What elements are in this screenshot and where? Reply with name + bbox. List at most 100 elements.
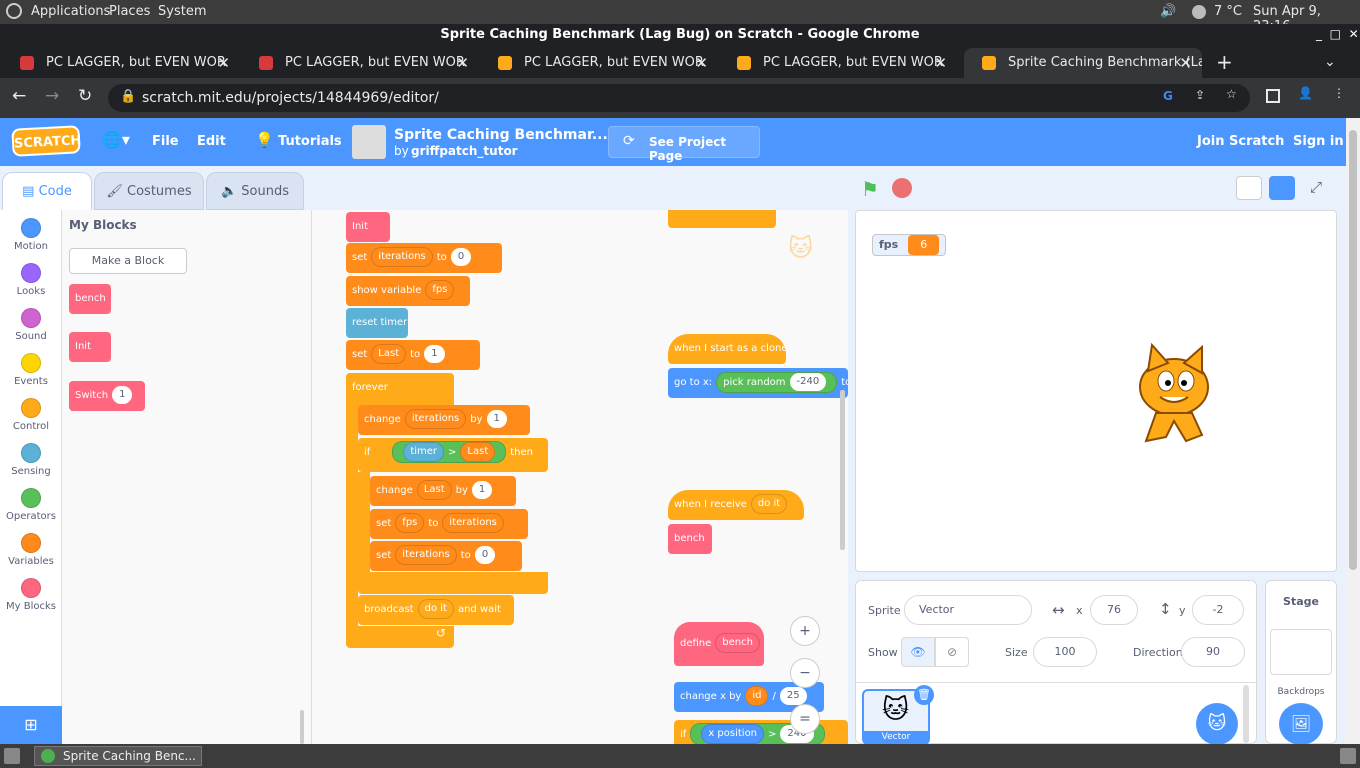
stop-icon[interactable] [892,178,912,198]
google-icon[interactable]: G [1163,89,1173,103]
palette-switch-block[interactable]: Switch 1 [69,381,145,411]
category-variables[interactable]: Variables [0,533,62,567]
tab-code[interactable]: ▤ Code [2,172,92,210]
switch-arg[interactable]: 1 [112,386,133,404]
category-sound[interactable]: Sound [0,308,62,342]
iterations-reporter[interactable]: iterations [442,513,504,533]
value-input[interactable]: 1 [471,481,493,499]
add-extension-button[interactable]: ⊞ [0,706,62,744]
size-input[interactable]: 100 [1033,637,1097,667]
show-variable-block[interactable]: show variable fps [346,276,470,306]
window-controls[interactable]: _ □ ✕ [1316,27,1359,41]
fps-monitor[interactable]: fps 6 [872,234,947,256]
var-dropdown[interactable]: iterations [404,409,467,429]
var-dropdown[interactable]: Last [416,480,452,500]
message-dropdown[interactable]: do it [750,494,788,514]
browser-tab[interactable]: PC LAGGER, but EVEN WOR ✕ [480,48,718,78]
project-title[interactable]: Sprite Caching Benchmar... [394,127,608,143]
address-bar[interactable]: scratch.mit.edu/projects/14844969/editor… [108,84,1250,112]
forward-icon[interactable]: → [45,86,59,106]
stage-thumbnail[interactable] [1270,629,1332,675]
category-events[interactable]: Events [0,353,62,387]
sidepanel-icon[interactable] [1266,89,1280,103]
sign-in-link[interactable]: Sign in [1293,134,1344,149]
forever-block[interactable]: forever [346,373,454,409]
reload-icon[interactable]: ↻ [78,86,92,106]
menu-edit[interactable]: Edit [197,134,226,149]
browser-tab[interactable]: PC LAGGER, but EVEN WOR ✕ [2,48,240,78]
scratch-logo[interactable]: SCRATCH [11,125,82,157]
init-call-block[interactable]: Init [346,212,390,242]
browser-tab-active[interactable]: Sprite Caching Benchmark (La ✕ [964,48,1202,78]
join-scratch-link[interactable]: Join Scratch [1197,134,1284,149]
close-icon[interactable]: ✕ [217,48,230,78]
language-globe-icon[interactable]: 🌐▾ [102,130,130,149]
author-name[interactable]: griffpatch_tutor [411,144,518,158]
value-input[interactable]: 0 [474,546,496,564]
category-sensing[interactable]: Sensing [0,443,62,477]
see-project-page-button[interactable]: ⟳ See Project Page [608,126,760,163]
page-scrollbar[interactable] [1346,118,1360,744]
script-area[interactable]: Init set iterations to 0 show variable fps r… [312,210,848,744]
close-icon[interactable]: ✕ [456,48,469,78]
tab-costumes[interactable]: 🖌 Costumes [94,172,204,210]
zoom-reset-icon[interactable]: = [790,704,820,734]
go-to-xy-block[interactable]: go to x:pick random-240to [668,368,848,398]
profile-icon[interactable]: 👤 [1298,86,1313,100]
lock-icon[interactable]: 🔒 [120,89,136,104]
pick-random-operator[interactable]: pick random -240 [716,371,838,393]
x-input[interactable]: 76 [1090,595,1138,625]
make-a-block-button[interactable]: Make a Block [69,248,187,274]
share-icon[interactable]: ⇪ [1195,88,1205,102]
zoom-in-icon[interactable]: + [790,616,820,646]
menu-places[interactable]: Places [109,4,150,19]
show-desktop-icon[interactable] [4,748,20,764]
palette-scrollbar[interactable] [300,710,304,744]
bookmark-star-icon[interactable]: ☆ [1226,87,1237,101]
cat-sprite[interactable] [1126,341,1222,449]
close-icon[interactable]: ✕ [1179,48,1192,78]
new-tab-button[interactable]: + [1216,50,1233,74]
partial-block-top[interactable] [668,210,776,228]
fullscreen-icon[interactable]: ⤢ [1310,178,1322,196]
menu-kebab-icon[interactable]: ⋮ [1333,86,1345,100]
workspace-switcher-icon[interactable] [1340,748,1356,764]
value-input[interactable]: -240 [789,372,827,391]
id-reporter[interactable]: id [745,686,769,706]
stage[interactable]: fps 6 [855,210,1337,572]
large-stage-button[interactable] [1269,176,1295,200]
broadcast-and-wait-block[interactable]: broadcast do it and wait [358,595,514,625]
last-reporter[interactable]: Last [460,442,496,462]
show-eye-icon[interactable]: 👁 [901,637,935,667]
menu-tutorials[interactable]: Tutorials [278,134,342,149]
sprite-list-scrollbar[interactable] [1243,685,1249,743]
add-backdrop-button[interactable]: 🖼 [1279,703,1323,745]
os-logo-icon[interactable] [6,3,22,19]
value-input[interactable]: 1 [424,345,445,363]
back-icon[interactable]: ← [12,86,26,106]
var-dropdown[interactable]: iterations [371,247,433,267]
if-x-position-block[interactable]: if x position >240 [674,720,848,744]
script-scrollbar[interactable] [840,390,845,550]
category-looks[interactable]: Looks [0,263,62,297]
define-bench-block[interactable]: define bench [674,622,764,666]
palette-bench-block[interactable]: bench [69,284,111,314]
x-position-reporter[interactable]: x position [701,724,765,744]
volume-icon[interactable]: 🔊 [1160,4,1176,19]
delete-sprite-icon[interactable]: 🗑 [914,685,934,705]
value-input[interactable]: 25 [779,687,807,705]
tab-search-icon[interactable]: ⌄ [1324,54,1336,70]
small-stage-button[interactable] [1236,176,1262,200]
menu-system[interactable]: System [158,4,206,19]
value-input[interactable]: 0 [450,248,472,266]
set-iterations-block[interactable]: set iterations to 0 [346,243,502,273]
set-last-block[interactable]: set Last to 1 [346,340,480,370]
set-iterations-zero-block[interactable]: set iterations to 0 [370,541,522,571]
var-dropdown[interactable]: iterations [395,545,457,565]
tab-sounds[interactable]: 🔈 Sounds [206,172,304,210]
timer-reporter[interactable]: timer [403,442,445,462]
direction-input[interactable]: 90 [1181,637,1245,667]
if-then-block[interactable]: if timer > Last then [358,438,548,472]
greater-than-operator[interactable]: timer > Last [392,441,507,463]
add-sprite-button[interactable]: 🐱 [1196,703,1238,745]
